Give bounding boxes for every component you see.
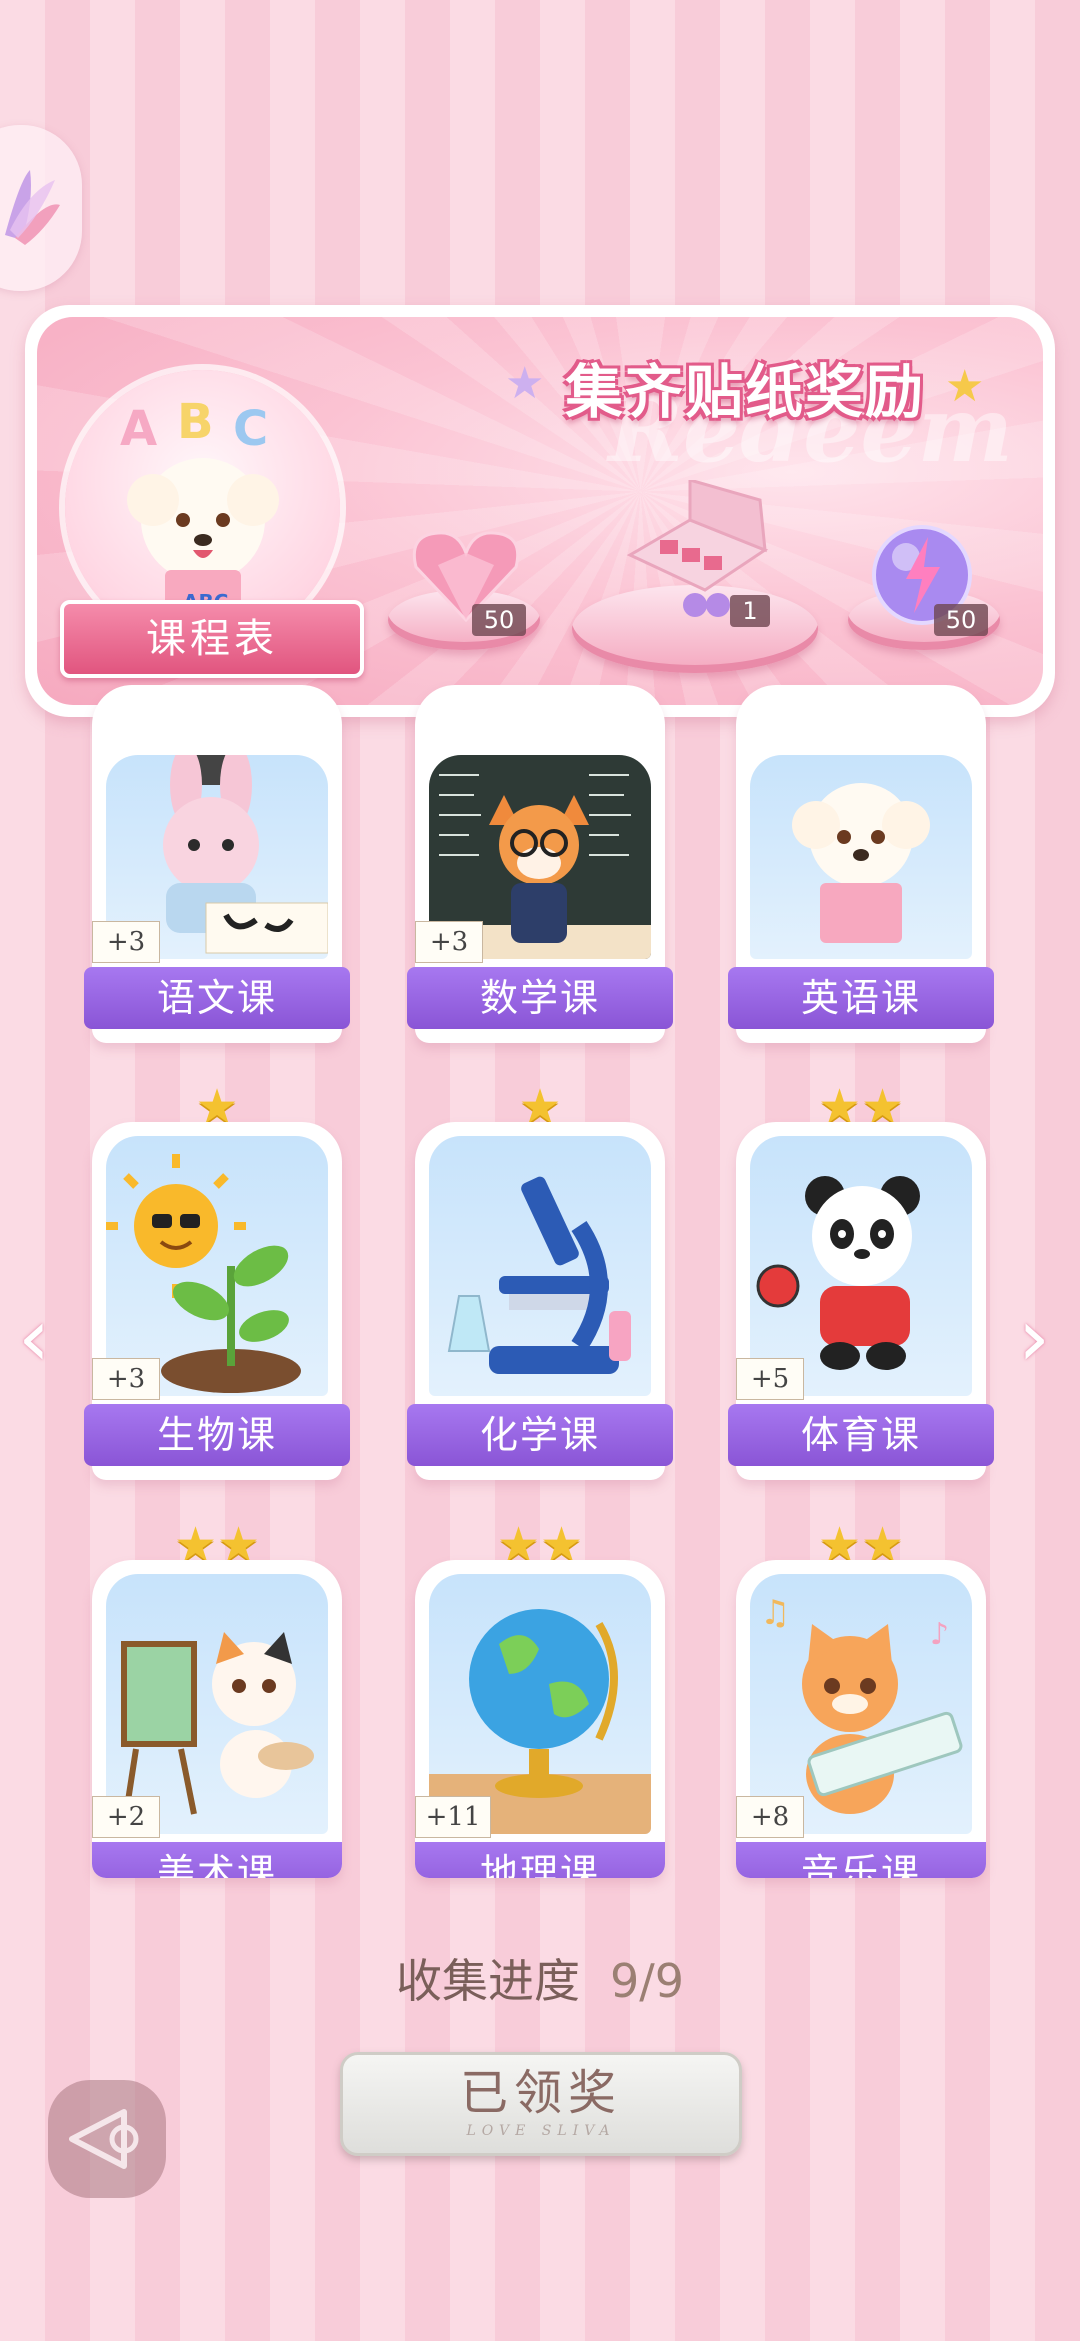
- course-label: 美术课: [92, 1842, 342, 1878]
- reward-count: 1: [730, 595, 770, 627]
- cat-painter-icon: [121, 1632, 314, 1815]
- course-card-biology[interactable]: +3 生物课: [84, 1122, 350, 1480]
- back-button[interactable]: [48, 2080, 166, 2198]
- claimed-label: 已领奖: [459, 2065, 622, 2121]
- progress-label: 收集进度: [395, 1954, 580, 2008]
- back-arrow-icon: [69, 2109, 139, 2169]
- prev-page-arrow-icon[interactable]: ‹: [18, 1298, 50, 1378]
- bonus-tag: +11: [415, 1796, 491, 1838]
- panda-pingpong-icon: [756, 1176, 920, 1370]
- next-page-arrow-icon[interactable]: ›: [1018, 1298, 1050, 1378]
- reward-count: 50: [472, 604, 526, 636]
- course-label: 化学课: [407, 1404, 673, 1466]
- course-label: 体育课: [728, 1404, 994, 1466]
- collection-progress: 收集进度 9/9: [0, 1945, 1080, 2011]
- progress-value: 9/9: [609, 1954, 685, 2008]
- course-card-geography[interactable]: +11 地理课: [415, 1560, 665, 1878]
- course-card-math[interactable]: +3 数学课: [407, 685, 673, 1043]
- sun-sprout-icon: [106, 1154, 301, 1393]
- course-label: 生物课: [84, 1404, 350, 1466]
- cat-keyboard-icon: ♫ ♪: [760, 1593, 963, 1814]
- reward-count: 50: [934, 604, 988, 636]
- bonus-tag: +3: [415, 921, 483, 963]
- course-card-music[interactable]: ♫ ♪ +8 音乐课: [736, 1560, 986, 1878]
- course-label: 数学课: [407, 967, 673, 1029]
- schedule-button[interactable]: 课程表: [60, 600, 364, 678]
- globe-icon: [429, 1609, 651, 1834]
- course-label: 地理课: [415, 1842, 665, 1878]
- menu-button[interactable]: [0, 125, 82, 291]
- svg-text:♪: ♪: [930, 1617, 949, 1652]
- banner-title: 集齐贴纸奖励: [564, 358, 925, 426]
- svg-text:C: C: [233, 401, 268, 457]
- star-decoration-icon: ★: [505, 358, 545, 409]
- svg-text:♫: ♫: [760, 1593, 790, 1633]
- microscope-icon: [447, 1176, 631, 1374]
- course-card-chinese[interactable]: +3 语文课: [84, 685, 350, 1043]
- bonus-tag: +3: [92, 1358, 160, 1400]
- course-card-pe[interactable]: +5 体育课: [728, 1122, 994, 1480]
- course-label: 语文课: [84, 967, 350, 1029]
- claimed-button[interactable]: 已领奖 LOVE SLIVA: [340, 2052, 742, 2156]
- claimed-sublabel: LOVE SLIVA: [466, 2123, 616, 2139]
- course-label: 英语课: [728, 967, 994, 1029]
- course-card-english[interactable]: 英语课: [728, 685, 994, 1043]
- bonus-tag: +5: [736, 1358, 804, 1400]
- course-card-chemistry[interactable]: 化学课: [407, 1122, 673, 1480]
- bonus-tag: +3: [92, 921, 160, 963]
- svg-text:B: B: [177, 394, 214, 450]
- poodle-book-icon: [792, 783, 930, 943]
- fan-menu-icon: [5, 170, 60, 245]
- course-label: 音乐课: [736, 1842, 986, 1878]
- course-card-art[interactable]: +2 美术课: [92, 1560, 342, 1878]
- svg-text:A: A: [120, 401, 157, 457]
- star-decoration-icon: ★: [945, 361, 985, 412]
- bonus-tag: +8: [736, 1796, 804, 1838]
- bonus-tag: +2: [92, 1796, 160, 1838]
